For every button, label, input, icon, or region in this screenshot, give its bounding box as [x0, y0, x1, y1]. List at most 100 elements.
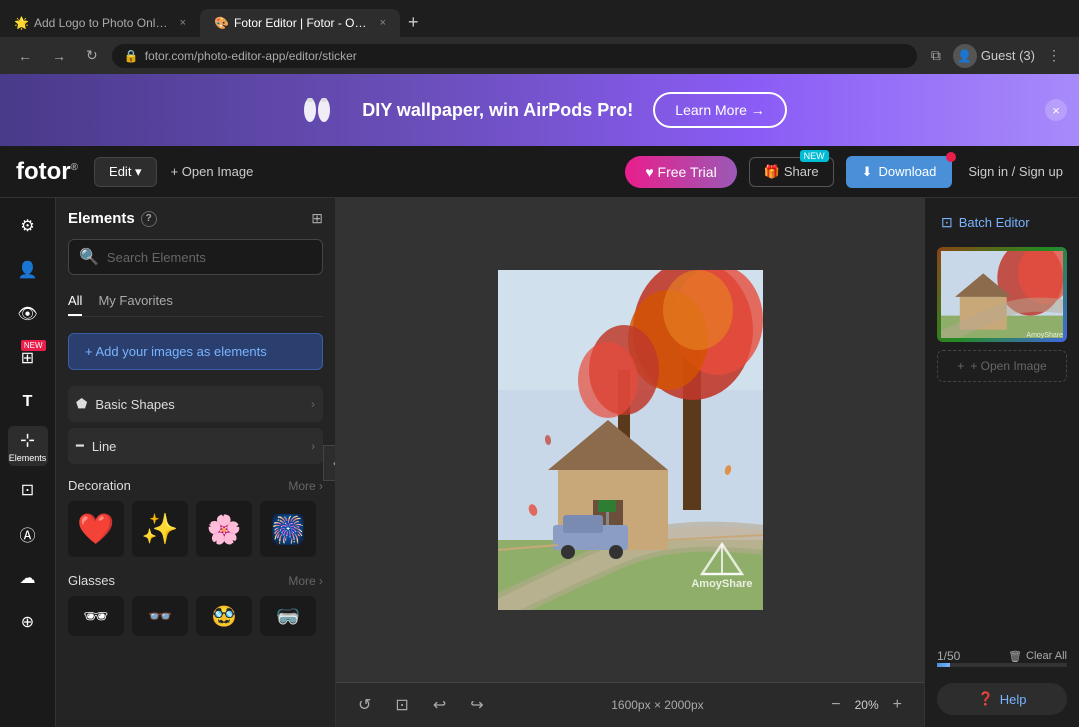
basic-shapes-row[interactable]: ⬟ Basic Shapes › [68, 386, 323, 422]
back-button[interactable]: ← [12, 44, 38, 68]
tab2-close[interactable]: × [380, 17, 386, 29]
forward-button[interactable]: → [46, 44, 72, 68]
tab-2[interactable]: 🎨 Fotor Editor | Fotor - Online... × [200, 9, 400, 37]
glasses-more-button[interactable]: More › [288, 574, 323, 588]
clear-all-label: Clear All [1026, 650, 1067, 662]
signin-button[interactable]: Sign in / Sign up [968, 164, 1063, 179]
extensions-button[interactable]: ⧉ [925, 43, 947, 68]
collapse-panel-button[interactable]: ‹ [323, 445, 336, 481]
right-panel: ⊡ Batch Editor AmoyShare + + Open [924, 198, 1079, 727]
decoration-section: Decoration More › ❤️ ✨ 🌸 🎆 [68, 478, 323, 557]
help-label: Help [1000, 692, 1027, 707]
sidebar-icon-settings[interactable]: ⚙ [8, 206, 48, 246]
panel-help-icon[interactable]: ? [141, 211, 157, 227]
download-button[interactable]: ⬇ Download [846, 156, 953, 188]
heart-notification-sticker: ❤️ [77, 512, 114, 547]
sticker-3[interactable]: 🌸 [196, 501, 252, 557]
tab-all[interactable]: All [68, 287, 82, 316]
free-trial-button[interactable]: ♥ Free Trial [625, 156, 736, 188]
glasses-4[interactable]: 🥽 [260, 596, 316, 636]
glasses-2[interactable]: 👓 [132, 596, 188, 636]
thumbnail-item[interactable]: AmoyShare [937, 247, 1067, 342]
batch-editor-button[interactable]: ⊡ Batch Editor [937, 210, 1067, 235]
clear-all-button[interactable]: 🗑 Clear All [1008, 650, 1067, 663]
url-text: fotor.com/photo-editor-app/editor/sticke… [145, 49, 357, 63]
zoom-out-button[interactable]: − [825, 694, 846, 716]
sidebar-icon-text[interactable]: T [8, 382, 48, 422]
sticker-2[interactable]: ✨ [132, 501, 188, 557]
download-icon: ⬇ [862, 164, 873, 180]
share-label: Share [784, 164, 819, 179]
page-counter: 1/50 [937, 649, 960, 663]
url-bar[interactable]: 🔒 fotor.com/photo-editor-app/editor/stic… [112, 44, 917, 68]
reload-button[interactable]: ↻ [80, 43, 104, 68]
batch-editor-icon: ⊡ [941, 214, 953, 231]
sidebar-icon-plus[interactable]: ⊕ [8, 602, 48, 642]
undo-tool-button[interactable]: ↩ [427, 691, 452, 719]
zoom-controls: − 20% + [825, 694, 908, 716]
browser-chrome: 🌟 Add Logo to Photo Online for... × 🎨 Fo… [0, 0, 1079, 74]
search-box[interactable]: 🔍 [68, 239, 323, 275]
panel-header: Elements ? ⊞ [68, 210, 323, 227]
open-image-button[interactable]: + Open Image [157, 158, 268, 185]
open-image-panel-button[interactable]: + + Open Image [937, 350, 1067, 382]
fotor-logo: fotor® [16, 158, 78, 186]
sticker-4[interactable]: 🎆 [260, 501, 316, 557]
stickers-row: ❤️ ✨ 🌸 🎆 [68, 501, 323, 557]
edit-button[interactable]: Edit ▾ [94, 157, 157, 187]
trash-icon: 🗑 [1008, 650, 1022, 663]
crop-tool-button[interactable]: ⊡ [389, 691, 414, 719]
free-trial-label: ♥ Free Trial [645, 164, 716, 180]
nav-right: ⧉ 👤 Guest (3) ⋮ [925, 43, 1067, 68]
tab-bar: 🌟 Add Logo to Photo Online for... × 🎨 Fo… [0, 0, 1079, 37]
redo-tool-button[interactable]: ↪ [464, 691, 489, 719]
canvas-size-label: 1600px × 2000px [611, 698, 703, 712]
menu-button[interactable]: ⋮ [1041, 43, 1067, 68]
progress-bar [937, 663, 1067, 667]
new-tab-button[interactable]: + [400, 8, 427, 37]
basic-shapes-left: ⬟ Basic Shapes [76, 396, 175, 412]
main-layout: ⚙ 👤 👁 ⊞ NEW T ⊹ Elements ⊡ Ⓐ ☁ ⊕ [0, 198, 1079, 727]
sparkle-sticker: ✨ [141, 512, 178, 547]
elements-panel: Elements ? ⊞ 🔍 All My Favorites + Add yo… [56, 198, 336, 727]
sticker-1[interactable]: ❤️ [68, 501, 124, 557]
glasses-1[interactable]: 🕶 [68, 596, 124, 636]
add-images-button[interactable]: + Add your images as elements [68, 333, 323, 370]
plus-circle-icon: ⊕ [21, 612, 34, 632]
share-new-badge: NEW [800, 150, 829, 162]
edit-label: Edit ▾ [109, 164, 142, 180]
notification-dot [946, 152, 956, 162]
decoration-more-label: More › [288, 479, 323, 493]
zoom-in-button[interactable]: + [887, 694, 908, 716]
tab-1[interactable]: 🌟 Add Logo to Photo Online for... × [0, 9, 200, 37]
sidebar-icon-new[interactable]: ⊞ NEW [8, 338, 48, 378]
banner-close-button[interactable]: × [1045, 99, 1067, 121]
share-button[interactable]: 🎁 Share NEW [749, 157, 834, 187]
canvas-content: AmoyShare [336, 198, 924, 682]
rotate-tool-button[interactable]: ↺ [352, 691, 377, 719]
sidebar-icon-cloud[interactable]: ☁ [8, 558, 48, 598]
tab-favorites[interactable]: My Favorites [98, 287, 172, 316]
glasses-3[interactable]: 🥸 [196, 596, 252, 636]
line-row[interactable]: ━ Line › [68, 428, 323, 464]
sidebar-icon-layers[interactable]: ⊡ [8, 470, 48, 510]
learn-more-button[interactable]: Learn More → [653, 92, 786, 128]
account-button[interactable]: 👤 Guest (3) [953, 44, 1035, 68]
line-arrow: › [311, 439, 315, 453]
sidebar-icon-A[interactable]: Ⓐ [8, 514, 48, 554]
tab1-favicon: 🌟 [14, 16, 28, 30]
glasses-section: Glasses More › 🕶 👓 🥸 🥽 [68, 573, 323, 636]
batch-editor-label: Batch Editor [959, 215, 1030, 230]
tab1-close[interactable]: × [180, 17, 186, 29]
sidebar-icon-eye[interactable]: 👁 [8, 294, 48, 334]
eye-icon: 👁 [17, 304, 37, 324]
nav-bar: ← → ↻ 🔒 fotor.com/photo-editor-app/edito… [0, 37, 1079, 74]
sidebar-icon-elements[interactable]: ⊹ Elements [8, 426, 48, 466]
help-button[interactable]: ❓ Help [937, 683, 1067, 715]
canvas-toolbar: ↺ ⊡ ↩ ↪ 1600px × 2000px − 20% + [336, 682, 924, 727]
glasses-row: 🕶 👓 🥸 🥽 [68, 596, 323, 636]
decoration-more-button[interactable]: More › [288, 479, 323, 493]
panel-grid-icon[interactable]: ⊞ [311, 210, 323, 227]
search-input[interactable] [107, 250, 312, 265]
sidebar-icon-person[interactable]: 👤 [8, 250, 48, 290]
